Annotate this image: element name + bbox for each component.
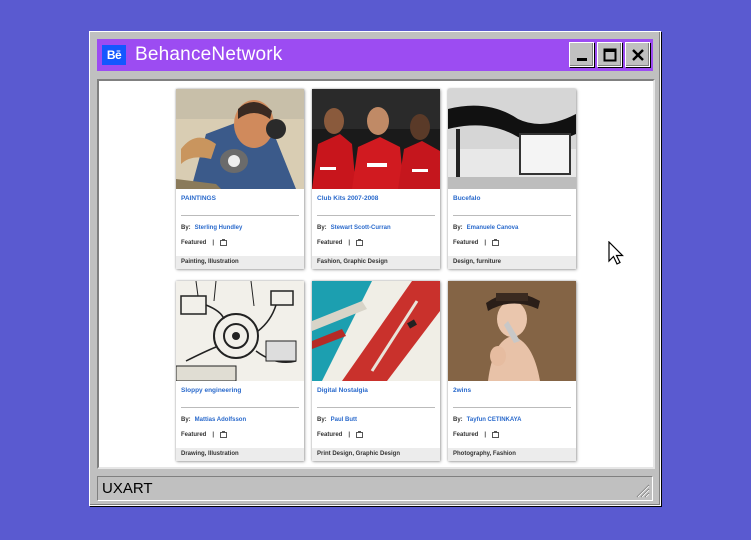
status-bar: UXART xyxy=(97,476,653,501)
featured-row: Featured | xyxy=(181,431,228,438)
author-link[interactable]: Tayfun CETINKAYA xyxy=(467,417,522,423)
divider xyxy=(181,407,299,408)
featured-label: Featured xyxy=(317,239,343,246)
featured-row: Featured | xyxy=(453,431,500,438)
featured-badge-icon[interactable] xyxy=(356,239,364,246)
project-card[interactable]: 2wins By: Tayfun CETINKAYA Featured | Phot… xyxy=(448,281,576,461)
by-label: By: xyxy=(181,225,191,231)
author-row: By: Stewart Scott-Curran xyxy=(317,225,391,231)
by-label: By: xyxy=(453,417,463,423)
project-title-link[interactable]: 2wins xyxy=(453,387,471,394)
project-card[interactable]: Bucefalo By: Emanuele Canova Featured | De… xyxy=(448,89,576,269)
mouse-cursor-icon xyxy=(608,241,624,265)
window-title: BehanceNetwork xyxy=(135,44,283,65)
maximize-icon xyxy=(603,48,616,61)
behance-logo-icon: Bē xyxy=(102,45,126,65)
maximize-button[interactable] xyxy=(597,42,622,67)
project-card[interactable]: Sloppy engineering By: Mattias Adolfsson … xyxy=(176,281,304,461)
project-tags: Painting, Illustration xyxy=(176,256,304,269)
project-tags: Design, furniture xyxy=(448,256,576,269)
featured-row: Featured | xyxy=(453,239,500,246)
featured-badge-icon[interactable] xyxy=(220,431,228,438)
project-card[interactable]: PAINTINGS By: Sterling Hundley Featured | … xyxy=(176,89,304,269)
featured-badge-icon[interactable] xyxy=(356,431,364,438)
featured-badge-icon[interactable] xyxy=(492,431,500,438)
author-row: By: Sterling Hundley xyxy=(181,225,242,231)
featured-label: Featured xyxy=(317,431,343,438)
author-link[interactable]: Sterling Hundley xyxy=(195,225,243,231)
featured-badge-icon[interactable] xyxy=(220,239,228,246)
divider xyxy=(181,215,299,216)
project-title-link[interactable]: Digital Nostalgia xyxy=(317,387,368,394)
author-row: By: Paul Butt xyxy=(317,417,357,423)
featured-label: Featured xyxy=(181,239,207,246)
author-row: By: Tayfun CETINKAYA xyxy=(453,417,521,423)
featured-badge-icon[interactable] xyxy=(492,239,500,246)
project-tags: Photography, Fashion xyxy=(448,448,576,461)
project-card[interactable]: Club Kits 2007-2008 By: Stewart Scott-Cur… xyxy=(312,89,440,269)
divider xyxy=(453,407,571,408)
project-tags: Fashion, Graphic Design xyxy=(312,256,440,269)
by-label: By: xyxy=(181,417,191,423)
author-row: By: Emanuele Canova xyxy=(453,225,518,231)
portrait-painting-thumbnail[interactable] xyxy=(176,89,304,189)
featured-label: Featured xyxy=(181,431,207,438)
featured-label: Featured xyxy=(453,431,479,438)
football-players-thumbnail[interactable] xyxy=(312,89,440,189)
author-link[interactable]: Emanuele Canova xyxy=(467,225,519,231)
divider xyxy=(317,215,435,216)
featured-row: Featured | xyxy=(317,431,364,438)
project-title-link[interactable]: Club Kits 2007-2008 xyxy=(317,195,378,202)
project-card[interactable]: Digital Nostalgia By: Paul Butt Featured |… xyxy=(312,281,440,461)
author-link[interactable]: Mattias Adolfsson xyxy=(195,417,246,423)
furniture-thumbnail[interactable] xyxy=(448,89,576,189)
project-title-link[interactable]: PAINTINGS xyxy=(181,195,216,202)
featured-label: Featured xyxy=(453,239,479,246)
status-text: UXART xyxy=(102,480,153,497)
project-title-link[interactable]: Sloppy engineering xyxy=(181,387,241,394)
graphic-print-thumbnail[interactable] xyxy=(312,281,440,381)
featured-row: Featured | xyxy=(181,239,228,246)
close-button[interactable] xyxy=(625,42,650,67)
author-link[interactable]: Paul Butt xyxy=(331,417,357,423)
minimize-button[interactable] xyxy=(569,42,594,67)
close-icon xyxy=(631,48,644,61)
by-label: By: xyxy=(317,225,327,231)
project-tags: Print Design, Graphic Design xyxy=(312,448,440,461)
featured-row: Featured | xyxy=(317,239,364,246)
app-window: Bē BehanceNetwork PAINTINGS By: Sterling… xyxy=(89,31,661,506)
machine-drawing-thumbnail[interactable] xyxy=(176,281,304,381)
by-label: By: xyxy=(317,417,327,423)
project-grid: PAINTINGS By: Sterling Hundley Featured | … xyxy=(176,89,576,461)
project-tags: Drawing, Illustration xyxy=(176,448,304,461)
project-title-link[interactable]: Bucefalo xyxy=(453,195,480,202)
project-gallery: PAINTINGS By: Sterling Hundley Featured | … xyxy=(97,79,655,469)
author-link[interactable]: Stewart Scott-Curran xyxy=(331,225,391,231)
author-row: By: Mattias Adolfsson xyxy=(181,417,246,423)
title-bar[interactable]: Bē BehanceNetwork xyxy=(97,39,653,71)
by-label: By: xyxy=(453,225,463,231)
minimize-icon xyxy=(576,57,587,61)
divider xyxy=(317,407,435,408)
divider xyxy=(453,215,571,216)
fashion-photo-thumbnail[interactable] xyxy=(448,281,576,381)
resize-grip-icon[interactable] xyxy=(634,482,650,498)
